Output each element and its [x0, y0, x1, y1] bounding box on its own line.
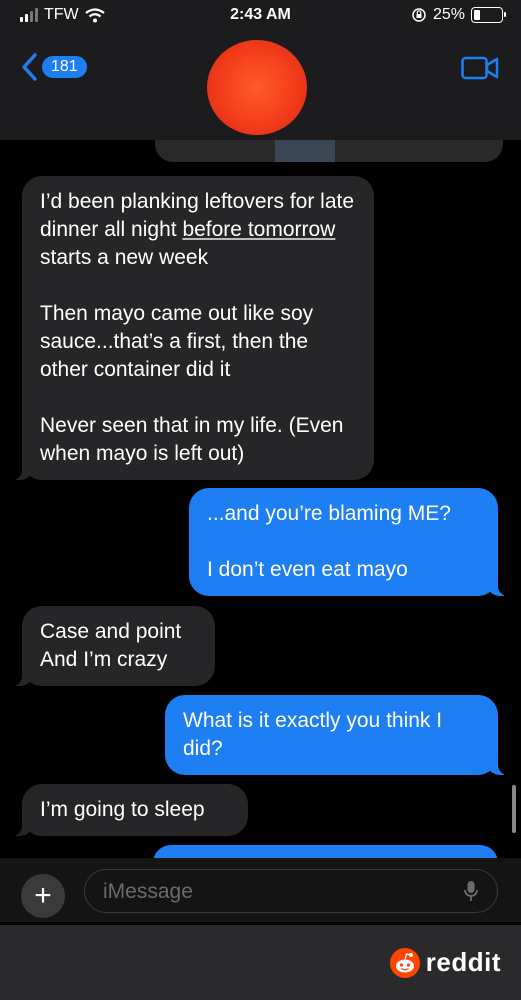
message-bubble-incoming[interactable]: I’m going to sleep	[10, 784, 248, 836]
message-text: Then mayo came out like soy sauce...that…	[40, 302, 314, 381]
message-text: What is it exactly you think I did?	[183, 709, 443, 760]
plus-icon[interactable]: +	[21, 874, 65, 918]
message-field[interactable]	[84, 869, 498, 913]
compose-bar: +	[0, 858, 521, 922]
message-bubble-outgoing[interactable]: ...and you’re blaming ME? I don’t even e…	[189, 488, 510, 596]
message-text: And I’m crazy	[40, 648, 168, 671]
video-call-icon[interactable]	[461, 56, 499, 80]
message-text: I’m going to sleep	[40, 798, 205, 821]
reddit-logo-icon	[389, 947, 420, 978]
message-text: ...and you’re blaming ME?	[207, 502, 451, 525]
message-bubble-incoming[interactable]: Case and point And I’m crazy	[10, 606, 215, 686]
unread-count-badge: 181	[42, 56, 87, 78]
back-chevron-icon	[22, 53, 37, 81]
status-bar: TFW 2:43 AM 25%	[0, 0, 521, 34]
back-button[interactable]: 181	[20, 52, 87, 82]
shared-photo-preview[interactable]	[155, 140, 503, 162]
watermark-bar: reddit	[0, 925, 521, 1000]
battery-percent: 25%	[432, 6, 465, 23]
contact-avatar[interactable]	[207, 40, 307, 135]
message-text: I’d been planking leftovers for late din…	[40, 190, 355, 269]
scrollbar[interactable]	[512, 785, 516, 833]
reddit-wordmark: reddit	[425, 947, 501, 977]
message-text: I don’t even eat mayo	[207, 558, 408, 581]
message-text: Case and point	[40, 620, 182, 643]
lock-rotation-icon	[412, 8, 426, 22]
reddit-watermark: reddit	[389, 947, 501, 978]
message-input[interactable]	[101, 870, 445, 913]
message-bubble-incoming[interactable]: I’d been planking leftovers for late din…	[10, 176, 374, 480]
battery-icon	[471, 7, 506, 23]
microphone-icon[interactable]	[463, 880, 479, 902]
message-bubble-outgoing[interactable]: What is it exactly you think I did?	[165, 695, 510, 775]
message-text: Never seen that in my life. (Even when m…	[40, 414, 344, 465]
